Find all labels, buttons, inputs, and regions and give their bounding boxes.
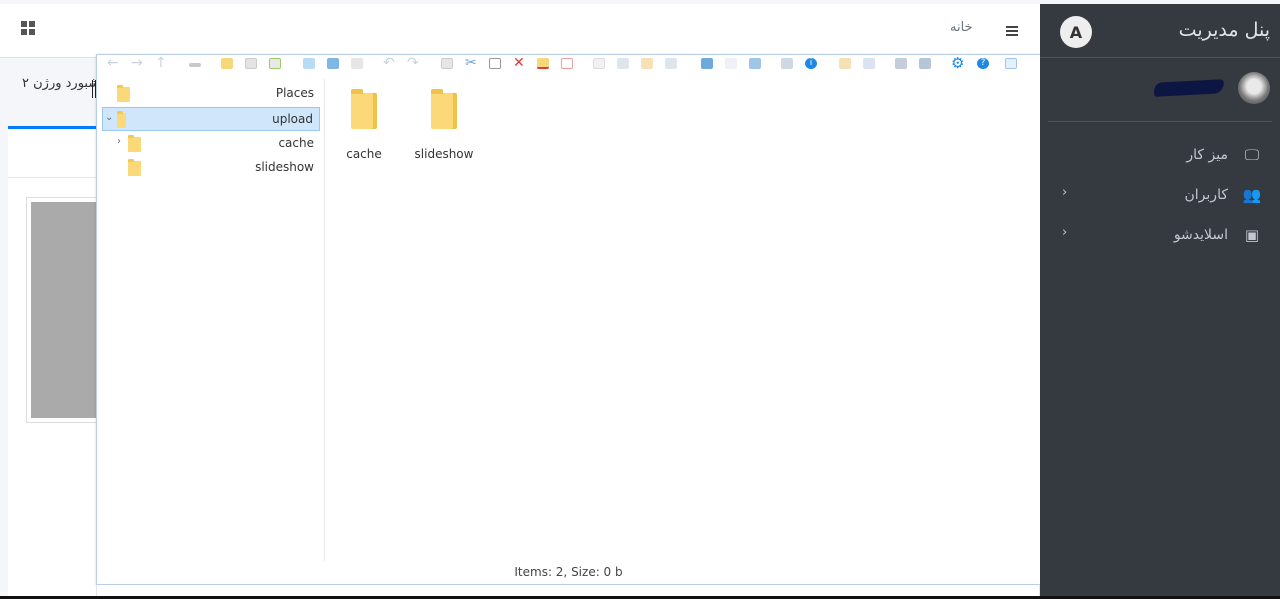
avatar[interactable]	[1238, 72, 1270, 104]
tree-item-cache[interactable]: › cache	[102, 132, 320, 156]
tree-item-upload[interactable]: ⌄ upload	[102, 107, 320, 131]
tree-item-label: cache	[278, 136, 314, 150]
select-icon[interactable]	[561, 58, 573, 69]
folder-icon	[117, 85, 130, 102]
redo-icon[interactable]: ↷	[407, 56, 419, 70]
brand-link[interactable]: A پنل مدیریت	[1040, 4, 1280, 58]
extract-icon[interactable]	[701, 58, 713, 69]
users-icon: 👥	[1242, 186, 1262, 204]
user-panel	[1048, 66, 1272, 122]
sidebar-item-label: اسلایدشو	[1173, 227, 1228, 243]
archive-icon[interactable]	[725, 58, 737, 69]
image-thumbnail-frame	[26, 197, 106, 423]
tree-item-label: slideshow	[255, 160, 314, 174]
file-item-label: cache	[346, 147, 382, 161]
download-icon[interactable]	[327, 58, 339, 69]
chevron-icon: ‹	[1062, 185, 1068, 200]
file-item-label: slideshow	[414, 147, 474, 161]
resize-icon[interactable]	[665, 58, 677, 69]
file-item-slideshow[interactable]: slideshow	[404, 87, 484, 161]
duplicate-icon[interactable]	[593, 58, 605, 69]
upload-icon[interactable]	[269, 58, 281, 69]
status-bar: Items: 2, Size: 0 b	[514, 565, 623, 579]
paste-icon[interactable]	[489, 58, 501, 69]
tree-item-label: Places	[275, 86, 314, 100]
preview-icon[interactable]	[781, 58, 793, 69]
fullscreen-icon[interactable]	[1005, 58, 1017, 69]
sidebar-item-users[interactable]: 👥 کاربران ‹	[1040, 177, 1280, 213]
new-folder-icon[interactable]	[221, 58, 233, 69]
file-manager-dialog: ← → ↑ ↶ ↷ ✂ ✕ i ⚙ ? Places ⌄ upload › ca…	[96, 54, 1041, 585]
view-details-icon[interactable]	[919, 58, 931, 69]
folder-icon	[431, 89, 457, 129]
sidebar-item-slideshow[interactable]: ▣ اسلایدشو ‹	[1040, 217, 1280, 253]
sidebar-item-desktop[interactable]: 🖵 میز کار	[1040, 137, 1280, 173]
cut-icon[interactable]: ✂	[465, 56, 477, 70]
back-icon[interactable]: ←	[107, 56, 119, 70]
folder-icon	[128, 135, 141, 152]
folder-icon	[351, 89, 377, 129]
open-icon[interactable]	[303, 58, 315, 69]
current-folder-view: cache slideshow	[326, 79, 1040, 561]
view-list-icon[interactable]	[895, 58, 907, 69]
file-manager-toolbar: ← → ↑ ↶ ↷ ✂ ✕ i ⚙ ?	[97, 55, 1040, 73]
brand-logo-icon: A	[1060, 16, 1092, 48]
delete-icon[interactable]: ✕	[513, 56, 525, 70]
desktop-icon: 🖵	[1244, 146, 1260, 164]
get-info-icon[interactable]	[351, 58, 363, 69]
image-placeholder	[31, 202, 105, 418]
slideshow-icon: ▣	[1244, 226, 1260, 244]
tree-item-slideshow[interactable]: slideshow	[102, 156, 320, 180]
redacted-username[interactable]	[1153, 79, 1225, 97]
settings-icon[interactable]: ⚙	[951, 56, 964, 71]
sidebar-item-label: کاربران	[1184, 187, 1228, 203]
home-link[interactable]: خانه	[950, 20, 973, 35]
new-file-icon[interactable]	[245, 58, 257, 69]
view-grid-icon[interactable]	[863, 58, 875, 69]
chevron-icon: ‹	[1062, 225, 1068, 240]
folder-icon	[128, 159, 141, 176]
top-navbar: خانه	[0, 4, 1040, 58]
search-folder-icon[interactable]	[749, 58, 761, 69]
chevron-right-icon[interactable]: ›	[117, 136, 121, 147]
file-item-cache[interactable]: cache	[324, 87, 404, 161]
apps-grid-icon[interactable]	[21, 21, 35, 35]
copy-icon[interactable]	[441, 58, 453, 69]
tree-item-label: upload	[272, 112, 313, 126]
sidebar-item-label: میز کار	[1186, 147, 1228, 163]
rename-icon[interactable]	[617, 58, 629, 69]
undo-icon[interactable]: ↶	[383, 56, 395, 70]
forward-icon[interactable]: →	[131, 56, 143, 70]
info-icon[interactable]: i	[805, 58, 817, 69]
chevron-down-icon[interactable]: ⌄	[105, 112, 113, 123]
tree-item-places[interactable]: Places	[102, 82, 320, 106]
edit-icon[interactable]	[641, 58, 653, 69]
empty-folder-icon[interactable]	[537, 58, 549, 69]
view-icons-icon[interactable]	[839, 58, 851, 69]
sidebar: A پنل مدیریت 🖵 میز کار 👥 کاربران ‹ ▣ اسل…	[1040, 4, 1280, 599]
folder-tree: Places ⌄ upload › cache slideshow	[97, 79, 325, 561]
home-folder-icon[interactable]	[189, 63, 201, 67]
brand-title: پنل مدیریت	[1178, 19, 1270, 41]
up-icon[interactable]: ↑	[155, 56, 167, 70]
help-icon[interactable]: ?	[977, 58, 989, 69]
menu-toggle-icon[interactable]	[1006, 26, 1018, 36]
folder-open-icon	[117, 111, 126, 128]
